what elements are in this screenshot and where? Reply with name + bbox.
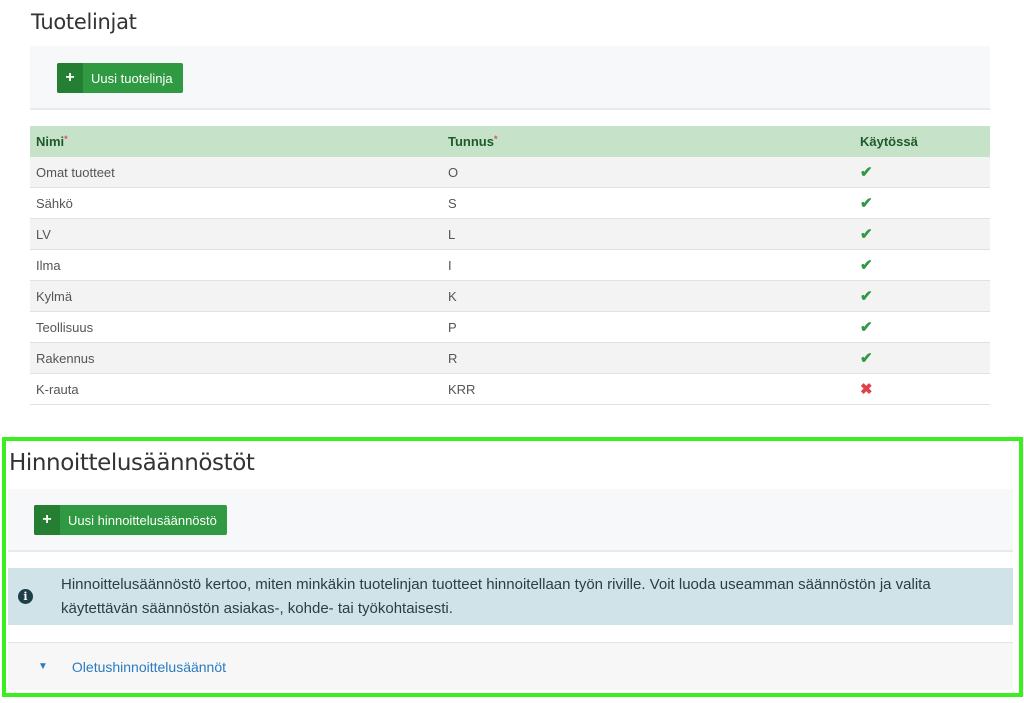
check-icon: ✔ xyxy=(860,195,873,212)
cell-active: ✔ xyxy=(854,187,990,219)
cell-active: ✔ xyxy=(854,157,990,188)
check-icon: ✔ xyxy=(860,257,873,274)
cell-active: ✔ xyxy=(854,280,990,312)
table-row[interactable]: Sähkö S ✔ xyxy=(30,187,990,219)
info-text: Hinnoittelusäännöstö kertoo, miten minkä… xyxy=(61,575,931,617)
plus-icon: + xyxy=(57,63,83,93)
column-header-active[interactable]: Käytössä xyxy=(854,126,990,157)
cell-active: ✖ xyxy=(854,373,990,405)
required-marker: * xyxy=(64,134,68,144)
pricing-rules-info-box: i Hinnoittelusäännöstö kertoo, miten min… xyxy=(8,568,1013,625)
table-row[interactable]: Omat tuotteet O ✔ xyxy=(30,157,990,188)
cell-code: KRR xyxy=(442,373,854,405)
table-row[interactable]: Ilma I ✔ xyxy=(30,249,990,281)
table-row[interactable]: Teollisuus P ✔ xyxy=(30,311,990,343)
check-icon: ✔ xyxy=(860,288,873,305)
caret-down-icon[interactable]: ▼ xyxy=(38,661,48,672)
cell-name: Sähkö xyxy=(30,187,442,219)
new-pricing-rule-button[interactable]: + Uusi hinnoittelusäännöstö xyxy=(34,505,227,535)
product-lines-toolbar: + Uusi tuotelinja xyxy=(30,46,990,110)
cell-name: Rakennus xyxy=(30,342,442,374)
new-product-line-label: Uusi tuotelinja xyxy=(91,70,173,86)
plus-icon: + xyxy=(34,505,60,535)
cell-code: R xyxy=(442,342,854,374)
table-header-row: Nimi* Tunnus* Käytössä xyxy=(30,126,990,157)
table-row[interactable]: Rakennus R ✔ xyxy=(30,342,990,374)
info-icon: i xyxy=(18,589,33,604)
cell-name: Ilma xyxy=(30,249,442,281)
cell-active: ✔ xyxy=(854,218,990,250)
required-marker: * xyxy=(493,134,498,144)
cell-name: Kylmä xyxy=(30,280,442,312)
cell-name: K-rauta xyxy=(30,373,442,405)
cell-active: ✔ xyxy=(854,249,990,281)
new-product-line-button[interactable]: + Uusi tuotelinja xyxy=(57,63,183,93)
cell-code: P xyxy=(442,311,854,343)
column-header-name[interactable]: Nimi* xyxy=(30,126,442,157)
cell-code: K xyxy=(442,280,854,312)
table-row[interactable]: Kylmä K ✔ xyxy=(30,280,990,312)
pricing-rules-title: Hinnoittelusäännöstöt xyxy=(9,450,255,476)
cell-active: ✔ xyxy=(854,342,990,374)
check-icon: ✔ xyxy=(860,319,873,336)
cross-icon: ✖ xyxy=(860,381,873,398)
table-row[interactable]: K-rauta KRR ✖ xyxy=(30,373,990,405)
cell-code: L xyxy=(442,218,854,250)
cell-active: ✔ xyxy=(854,311,990,343)
cell-code: I xyxy=(442,249,854,281)
table-row[interactable]: LV L ✔ xyxy=(30,218,990,250)
product-lines-table: Nimi* Tunnus* Käytössä Omat tuotteet O ✔ Sä… xyxy=(30,126,990,405)
cell-name: Omat tuotteet xyxy=(30,157,442,188)
pricing-rules-toolbar: + Uusi hinnoittelusäännöstö xyxy=(8,489,1013,552)
check-icon: ✔ xyxy=(860,350,873,367)
cell-code: O xyxy=(442,157,854,188)
cell-name: LV xyxy=(30,218,442,250)
check-icon: ✔ xyxy=(860,226,873,243)
default-pricing-rules-toggle[interactable]: ▼ Oletushinnoittelusäännöt xyxy=(8,642,1013,690)
product-lines-title: Tuotelinjat xyxy=(31,10,137,34)
cell-name: Teollisuus xyxy=(30,311,442,343)
cell-code: S xyxy=(442,187,854,219)
default-pricing-rules-link[interactable]: Oletushinnoittelusäännöt xyxy=(72,659,226,675)
check-icon: ✔ xyxy=(860,164,873,181)
new-pricing-rule-label: Uusi hinnoittelusäännöstö xyxy=(68,512,217,528)
column-header-code[interactable]: Tunnus* xyxy=(442,126,854,157)
